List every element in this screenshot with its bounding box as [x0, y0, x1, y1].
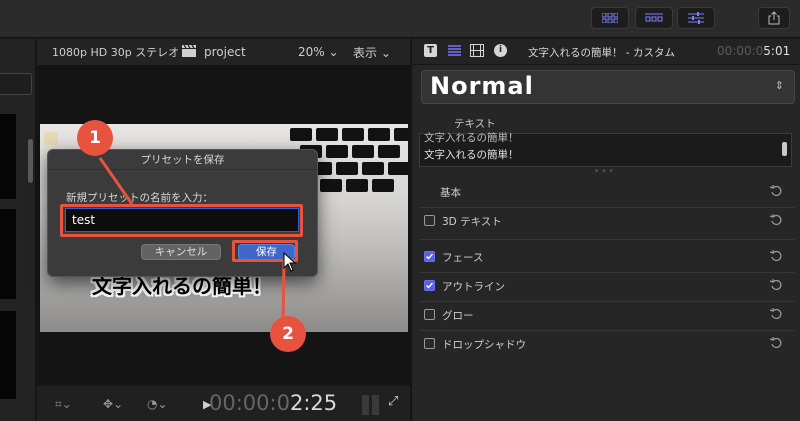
option-glow[interactable]: グロー — [412, 301, 800, 329]
checkbox-outline[interactable] — [424, 280, 435, 291]
updown-chevron-icon: ⇕ — [774, 79, 784, 92]
mouse-cursor-icon — [283, 252, 297, 272]
reset-icon[interactable] — [769, 307, 783, 321]
crop-menu[interactable]: ⌗⌄ — [55, 397, 72, 412]
option-3d-text[interactable]: 3D テキスト — [412, 207, 800, 235]
text-style-preset-menu[interactable]: Normal ⇕ — [421, 70, 795, 104]
inspector-panel: T i 文字入れるの簡単！ - カスタム 00:00:05:01 Normal … — [411, 39, 800, 421]
text-box-scrollbar[interactable] — [782, 142, 787, 156]
text-line: 文字入れるの簡単！ — [424, 149, 519, 161]
crop-icon: ⌗ — [55, 397, 62, 411]
transform-menu[interactable]: ✥⌄ — [103, 397, 123, 411]
inspector-title: 文字入れるの簡単！ - カスタム — [528, 47, 675, 59]
video-inspector-tab-icon[interactable] — [470, 44, 484, 60]
checkbox-3d-text[interactable] — [424, 215, 435, 226]
speedometer-icon: ◔ — [147, 397, 158, 411]
audio-meter-left — [362, 395, 369, 415]
fullscreen-button[interactable]: ⤢ — [388, 394, 398, 409]
option-drop-shadow[interactable]: ドロップシャドウ — [412, 330, 800, 358]
transform-icon: ✥ — [103, 397, 114, 411]
reset-icon[interactable] — [769, 213, 783, 227]
reset-icon[interactable] — [769, 336, 783, 350]
info-icon[interactable]: i — [494, 44, 507, 57]
fullscreen-icon: ⤢ — [388, 394, 399, 409]
checkbox-face[interactable] — [424, 251, 435, 262]
option-face[interactable]: フェース — [412, 243, 800, 271]
reset-icon[interactable] — [769, 184, 783, 198]
viewer-controls: ⌗⌄ ✥⌄ ◔⌄ ▶ 00:00:02:25 ⤢ — [37, 386, 410, 421]
clip-duration: 00:00:05:01 — [717, 44, 791, 58]
step-badge-1: 1 — [77, 120, 113, 156]
speed-menu[interactable]: ◔⌄ — [147, 397, 168, 411]
step-badge-2: 2 — [270, 316, 306, 352]
reset-icon[interactable] — [769, 278, 783, 292]
text-entry-field[interactable]: 文字入れるの簡単！ 文字入れるの簡単！ — [419, 132, 792, 167]
reset-icon[interactable] — [769, 249, 783, 263]
title-inspector-tab-icon[interactable]: T — [424, 44, 437, 57]
checkbox-glow[interactable] — [424, 309, 435, 320]
inspector-header: T i 文字入れるの簡単！ - カスタム 00:00:05:01 — [412, 39, 800, 65]
option-outline[interactable]: アウトライン — [412, 272, 800, 300]
timecode-display: 00:00:02:25 — [209, 391, 338, 415]
section-basic[interactable]: 基本 — [412, 178, 800, 206]
audio-meter-right — [372, 395, 379, 415]
checkbox-drop-shadow[interactable] — [424, 338, 435, 349]
text-line: 文字入れるの簡単！ — [424, 132, 519, 144]
resize-handle[interactable]: ••• — [594, 167, 616, 177]
text-inspector-tab-icon[interactable] — [448, 44, 461, 60]
